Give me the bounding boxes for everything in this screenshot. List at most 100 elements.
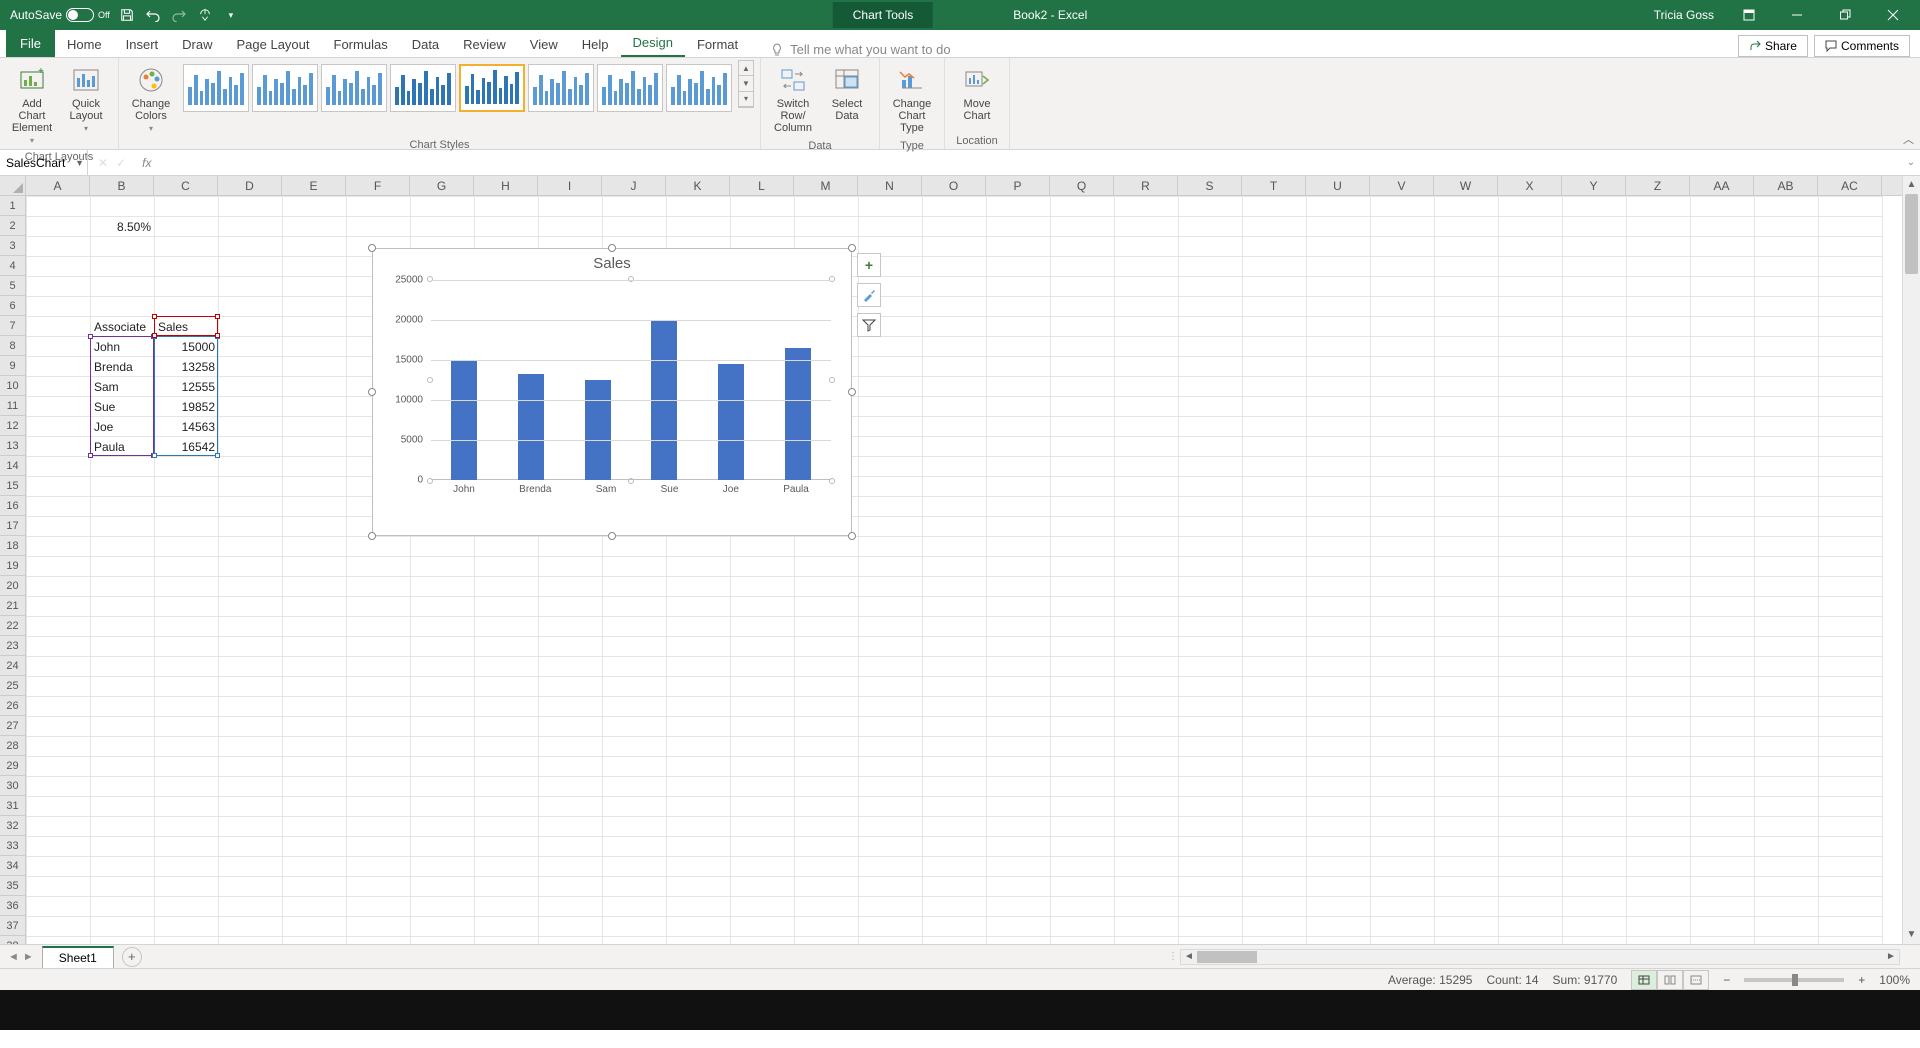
cell[interactable]: [1499, 537, 1563, 557]
cell[interactable]: [731, 817, 795, 837]
cell[interactable]: [475, 217, 539, 237]
cell[interactable]: [1371, 217, 1435, 237]
cell[interactable]: [91, 697, 155, 717]
cell[interactable]: [1435, 657, 1499, 677]
cell[interactable]: [1499, 517, 1563, 537]
ribbon-display-button[interactable]: [1726, 0, 1772, 30]
cell[interactable]: [347, 917, 411, 937]
cell[interactable]: [859, 617, 923, 637]
cell[interactable]: [1243, 777, 1307, 797]
cell[interactable]: [1115, 497, 1179, 517]
cell[interactable]: [923, 357, 987, 377]
cell[interactable]: [731, 217, 795, 237]
cell[interactable]: [1563, 857, 1627, 877]
cell[interactable]: [1755, 277, 1819, 297]
cell[interactable]: [91, 577, 155, 597]
cell[interactable]: [283, 897, 347, 917]
cell[interactable]: [1755, 617, 1819, 637]
cell[interactable]: [859, 217, 923, 237]
cell[interactable]: [1691, 277, 1755, 297]
cell[interactable]: [91, 237, 155, 257]
cell[interactable]: [1691, 217, 1755, 237]
cell[interactable]: [219, 377, 283, 397]
cell[interactable]: [475, 677, 539, 697]
cell[interactable]: 16542: [155, 437, 219, 457]
cell[interactable]: [1755, 237, 1819, 257]
cell[interactable]: [1371, 737, 1435, 757]
cell[interactable]: [539, 197, 603, 217]
cell[interactable]: [795, 777, 859, 797]
gallery-down-icon[interactable]: ▼: [739, 76, 753, 91]
cell[interactable]: [1115, 817, 1179, 837]
cell[interactable]: [1371, 677, 1435, 697]
cell[interactable]: [539, 737, 603, 757]
cell[interactable]: [603, 577, 667, 597]
cell[interactable]: [283, 557, 347, 577]
cell[interactable]: [283, 617, 347, 637]
cell[interactable]: [283, 457, 347, 477]
cell[interactable]: [1243, 497, 1307, 517]
cell[interactable]: [411, 857, 475, 877]
select-all-button[interactable]: [0, 176, 26, 195]
cell[interactable]: [1115, 937, 1179, 945]
cell[interactable]: [91, 797, 155, 817]
cell[interactable]: [1627, 337, 1691, 357]
cell[interactable]: [1051, 677, 1115, 697]
cell[interactable]: [1179, 937, 1243, 945]
zoom-in-button[interactable]: +: [1858, 973, 1865, 987]
cell[interactable]: [1115, 677, 1179, 697]
cell[interactable]: [155, 917, 219, 937]
tab-review[interactable]: Review: [451, 32, 518, 57]
cell[interactable]: [1371, 637, 1435, 657]
cell[interactable]: [1691, 237, 1755, 257]
cell[interactable]: [1051, 917, 1115, 937]
cell[interactable]: [1115, 477, 1179, 497]
cell[interactable]: [219, 597, 283, 617]
cell[interactable]: [155, 637, 219, 657]
column-header[interactable]: W: [1434, 176, 1498, 195]
cell[interactable]: [603, 777, 667, 797]
cell[interactable]: [1115, 597, 1179, 617]
cell[interactable]: [1627, 457, 1691, 477]
cell[interactable]: [1243, 377, 1307, 397]
share-button[interactable]: Share: [1738, 35, 1808, 57]
cell[interactable]: [539, 597, 603, 617]
cell[interactable]: [155, 597, 219, 617]
cell[interactable]: [1243, 897, 1307, 917]
cell[interactable]: [859, 917, 923, 937]
cell[interactable]: [1371, 937, 1435, 945]
cell[interactable]: [1307, 657, 1371, 677]
cell[interactable]: [1691, 197, 1755, 217]
cell[interactable]: [1691, 617, 1755, 637]
cell[interactable]: [1115, 417, 1179, 437]
cell[interactable]: [1051, 637, 1115, 657]
cell[interactable]: [1499, 697, 1563, 717]
cell[interactable]: [91, 477, 155, 497]
cell[interactable]: [1563, 497, 1627, 517]
tab-help[interactable]: Help: [570, 32, 621, 57]
cell[interactable]: [1563, 277, 1627, 297]
cell[interactable]: [1499, 277, 1563, 297]
cell[interactable]: [795, 797, 859, 817]
cell[interactable]: [987, 357, 1051, 377]
cell[interactable]: [923, 857, 987, 877]
cell[interactable]: [1435, 437, 1499, 457]
cell[interactable]: [1179, 297, 1243, 317]
cell[interactable]: [155, 657, 219, 677]
cell[interactable]: [1563, 577, 1627, 597]
page-break-view-button[interactable]: [1683, 970, 1709, 990]
scroll-up-icon[interactable]: ▲: [1903, 176, 1920, 194]
cell[interactable]: [795, 537, 859, 557]
cell[interactable]: [1307, 317, 1371, 337]
cell[interactable]: [91, 757, 155, 777]
cell[interactable]: [1115, 637, 1179, 657]
cell[interactable]: [1627, 477, 1691, 497]
cell[interactable]: [1435, 917, 1499, 937]
cell[interactable]: [1627, 417, 1691, 437]
cell[interactable]: [1115, 717, 1179, 737]
cell[interactable]: [1243, 297, 1307, 317]
cell[interactable]: [603, 637, 667, 657]
cell[interactable]: [411, 877, 475, 897]
change-colors-button[interactable]: Change Colors ▾: [125, 60, 177, 137]
row-header[interactable]: 33: [0, 836, 26, 856]
